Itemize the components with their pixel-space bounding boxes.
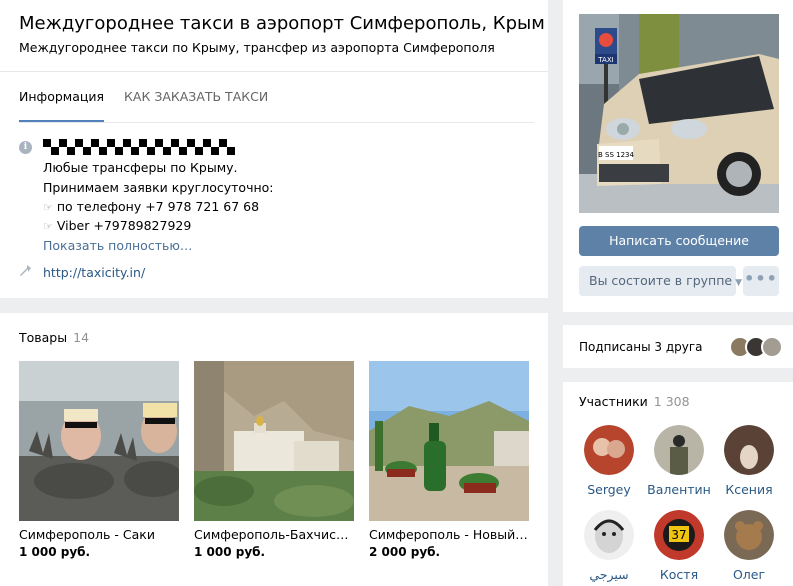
info-text-line: Принимаем заявки круглосуточно:	[43, 180, 274, 195]
show-more-link[interactable]: Показать полностью…	[43, 238, 192, 253]
goods-card: Товары 14 Симферополь - Саки 1 000 руб.	[0, 313, 548, 586]
write-message-button[interactable]: Написать сообщение	[579, 226, 779, 256]
members-count: 1 308	[653, 394, 690, 409]
chevron-down-icon: ▼	[735, 278, 743, 288]
product-image-mud-bath[interactable]	[19, 361, 179, 521]
product-image-monastery[interactable]	[194, 361, 354, 521]
phone-text: по телефону +7 978 721 67 68	[56, 199, 260, 214]
member-name[interactable]: Костя	[644, 567, 714, 582]
group-info-card: Междугороднее такси в аэропорт Симферопо…	[0, 0, 548, 298]
tab-info[interactable]: Информация	[19, 72, 105, 122]
member-item[interactable]: 37 Костя	[644, 510, 714, 582]
product-card[interactable]: Симферополь - Новый Свет 2 000 руб.	[369, 361, 529, 559]
product-card[interactable]: Симферополь - Саки 1 000 руб.	[19, 361, 179, 559]
members-card: Участники 1 308 Sergey Валентин Ксения سي…	[563, 382, 793, 586]
group-status: Междугороднее такси по Крыму, трансфер и…	[19, 40, 495, 55]
friend-avatar[interactable]	[761, 336, 783, 358]
info-text-line: ☞ по телефону +7 978 721 67 68	[43, 199, 259, 214]
member-item[interactable]: سيرجي	[574, 510, 644, 582]
info-icon: i	[19, 141, 32, 154]
goods-count: 14	[73, 330, 90, 345]
member-avatar[interactable]	[584, 425, 634, 475]
viber-text: Viber +79789827929	[56, 218, 192, 233]
member-name[interactable]: Sergey	[574, 482, 644, 497]
member-name[interactable]: Ксения	[714, 482, 784, 497]
member-avatar[interactable]	[724, 510, 774, 560]
product-price: 1 000 руб.	[19, 545, 91, 559]
member-avatar[interactable]	[654, 425, 704, 475]
checker-pattern-decoration	[43, 139, 235, 155]
membership-label: Вы состоите в группе	[589, 273, 733, 288]
product-price: 2 000 руб.	[369, 545, 441, 559]
pointing-finger-icon: ☞	[43, 201, 53, 214]
member-item[interactable]: Ксения	[714, 425, 784, 497]
friends-subscribed-card[interactable]: Подписаны 3 друга	[563, 325, 793, 368]
page-title: Междугороднее такси в аэропорт Симферопо…	[19, 13, 545, 34]
group-cover-photo[interactable]: TAXI B SS 1234	[579, 14, 779, 213]
member-item[interactable]: Олег	[714, 510, 784, 582]
goods-title: Товары	[19, 330, 68, 345]
divider	[19, 122, 534, 123]
info-text-line: Любые трансферы по Крыму.	[43, 160, 238, 175]
product-card[interactable]: Симферополь-Бахчисарай 1 000 руб.	[194, 361, 354, 559]
pointing-finger-icon: ☞	[43, 220, 53, 233]
members-title: Участники	[579, 394, 648, 409]
member-item[interactable]: Sergey	[574, 425, 644, 497]
website-link[interactable]: http://taxicity.in/	[43, 265, 145, 280]
product-name[interactable]: Симферополь - Саки	[19, 527, 179, 542]
link-arrow-icon	[20, 265, 31, 276]
member-item[interactable]: Валентин	[644, 425, 714, 497]
product-price: 1 000 руб.	[194, 545, 266, 559]
tab-how-to-order[interactable]: КАК ЗАКАЗАТЬ ТАКСИ	[124, 72, 268, 122]
member-name[interactable]: سيرجي	[574, 567, 644, 582]
product-image-bottle-sculpture[interactable]	[369, 361, 529, 521]
more-actions-button[interactable]: •••	[743, 266, 779, 296]
member-name[interactable]: Олег	[714, 567, 784, 582]
svg-text:B SS 1234: B SS 1234	[598, 151, 635, 159]
product-name[interactable]: Симферополь - Новый Свет	[369, 527, 529, 542]
svg-text:TAXI: TAXI	[597, 56, 613, 64]
member-avatar[interactable]	[584, 510, 634, 560]
tabs: Информация КАК ЗАКАЗАТЬ ТАКСИ	[19, 72, 288, 122]
svg-text:37: 37	[671, 528, 686, 542]
goods-header[interactable]: Товары 14	[19, 330, 89, 345]
friends-subscribed-text[interactable]: Подписаны 3 друга	[579, 340, 703, 354]
info-text-line: ☞ Viber +79789827929	[43, 218, 191, 233]
group-cover-card: TAXI B SS 1234 Написать сообщение Вы сос…	[563, 0, 793, 312]
member-avatar[interactable]	[724, 425, 774, 475]
members-header[interactable]: Участники 1 308	[579, 394, 690, 409]
member-name[interactable]: Валентин	[644, 482, 714, 497]
product-name[interactable]: Симферополь-Бахчисарай	[194, 527, 354, 542]
membership-dropdown[interactable]: Вы состоите в группе ▼	[579, 266, 742, 296]
member-avatar[interactable]: 37	[654, 510, 704, 560]
